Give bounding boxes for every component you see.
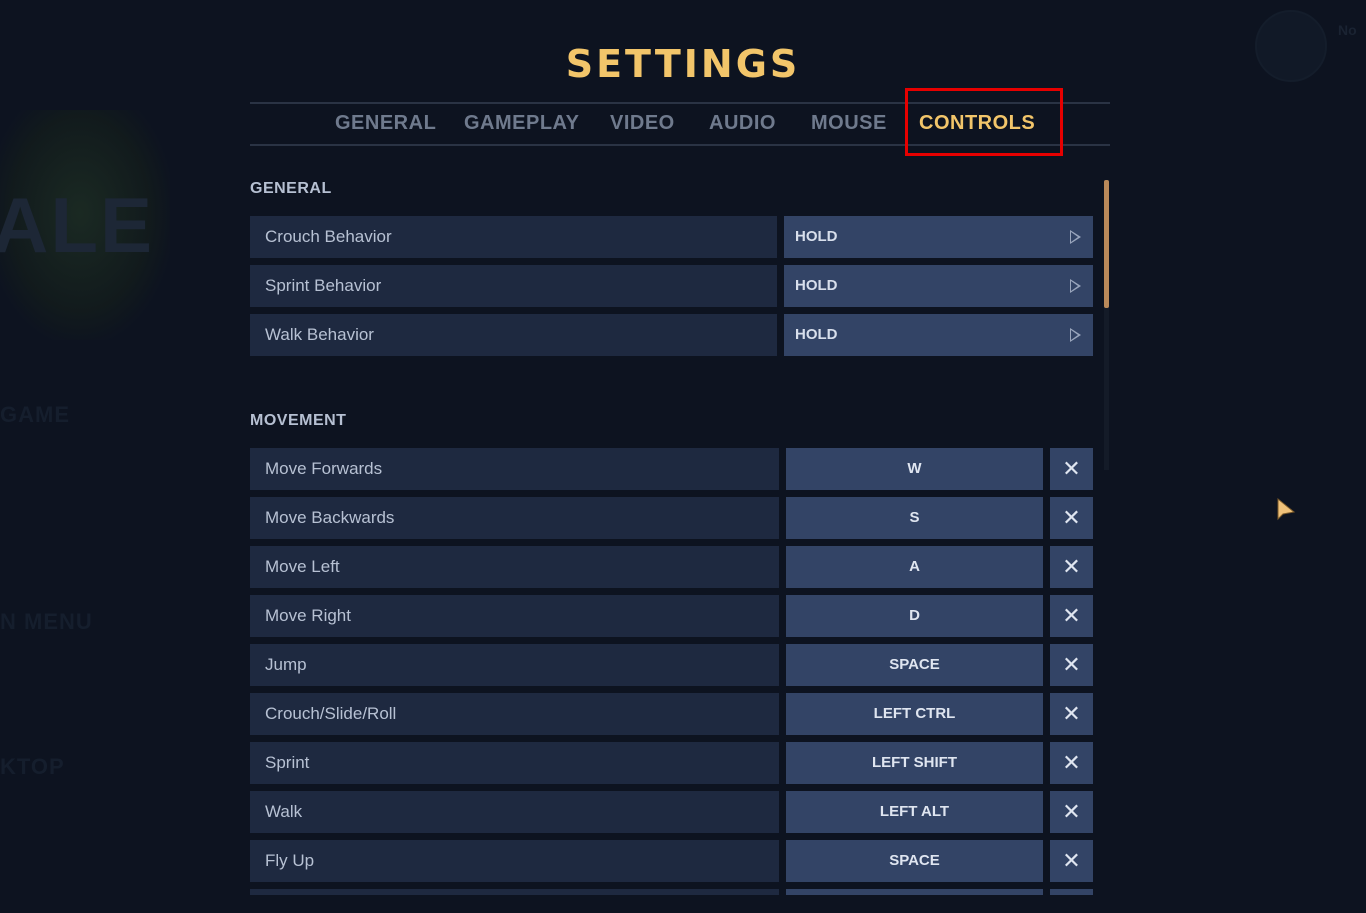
keybind-row-label: Walk (250, 791, 779, 833)
clear-keybind-button[interactable]: ✕ (1050, 791, 1093, 833)
close-icon: ✕ (1062, 456, 1081, 481)
list-item (786, 889, 1043, 895)
sprint-behavior-select[interactable]: HOLD (784, 265, 1093, 307)
keybind-sprint[interactable]: LEFT SHIFT (786, 742, 1043, 784)
keybind-row-label: Jump (250, 644, 779, 686)
close-icon: ✕ (1062, 505, 1081, 530)
keybind-crouch-slide-roll[interactable]: LEFT CTRL (786, 693, 1043, 735)
select-value: HOLD (795, 277, 838, 294)
section-title-general: GENERAL (250, 180, 332, 197)
keybind-move-left[interactable]: A (786, 546, 1043, 588)
crouch-behavior-select[interactable]: HOLD (784, 216, 1093, 258)
keybind-row-label: Crouch/Slide/Roll (250, 693, 779, 735)
clear-keybind-button[interactable]: ✕ (1050, 448, 1093, 490)
mouse-cursor-icon (1277, 497, 1296, 521)
section-title-movement: MOVEMENT (250, 412, 347, 429)
select-value: HOLD (795, 228, 838, 245)
keybind-move-right[interactable]: D (786, 595, 1043, 637)
tab-general[interactable]: GENERAL (335, 112, 436, 135)
close-icon: ✕ (1062, 701, 1081, 726)
close-icon: ✕ (1062, 799, 1081, 824)
clear-keybind-button[interactable]: ✕ (1050, 595, 1093, 637)
close-icon: ✕ (1062, 750, 1081, 775)
background-logo-text: ALE (0, 181, 154, 269)
close-icon: ✕ (1062, 554, 1081, 579)
close-icon: ✕ (1062, 603, 1081, 628)
background-profile-name: No (1338, 22, 1357, 38)
clear-keybind-button[interactable]: ✕ (1050, 693, 1093, 735)
page-title: SETTINGS (565, 42, 801, 86)
play-triangle-icon (1070, 279, 1081, 293)
close-icon: ✕ (1062, 652, 1081, 677)
keybind-fly-up[interactable]: SPACE (786, 840, 1043, 882)
background-menu-item: GAME (0, 402, 70, 427)
clear-keybind-button[interactable]: ✕ (1050, 546, 1093, 588)
tab-gameplay[interactable]: GAMEPLAY (464, 112, 580, 135)
clear-keybind-button[interactable]: ✕ (1050, 742, 1093, 784)
setting-row-label: Walk Behavior (250, 314, 777, 356)
clear-keybind-button[interactable]: ✕ (1050, 840, 1093, 882)
keybind-row-label: Move Forwards (250, 448, 779, 490)
tab-mouse[interactable]: MOUSE (811, 112, 887, 135)
play-triangle-icon (1070, 328, 1081, 342)
setting-row-label: Crouch Behavior (250, 216, 777, 258)
list-item (250, 889, 779, 895)
list-item (1050, 889, 1093, 895)
keybind-row-label: Move Right (250, 595, 779, 637)
close-icon: ✕ (1062, 848, 1081, 873)
tab-audio[interactable]: AUDIO (709, 112, 776, 135)
walk-behavior-select[interactable]: HOLD (784, 314, 1093, 356)
keybind-row-label: Move Left (250, 546, 779, 588)
tab-video[interactable]: VIDEO (610, 112, 675, 135)
controls-tab-highlight (905, 88, 1063, 156)
keybind-row-label: Move Backwards (250, 497, 779, 539)
play-triangle-icon (1070, 230, 1081, 244)
setting-row-label: Sprint Behavior (250, 265, 777, 307)
clear-keybind-button[interactable]: ✕ (1050, 644, 1093, 686)
select-value: HOLD (795, 326, 838, 343)
background-menu-item: KTOP (0, 754, 65, 779)
keybind-move-forwards[interactable]: W (786, 448, 1043, 490)
clear-keybind-button[interactable]: ✕ (1050, 497, 1093, 539)
keybind-row-label: Fly Up (250, 840, 779, 882)
scrollbar-thumb[interactable] (1104, 180, 1109, 308)
keybind-move-backwards[interactable]: S (786, 497, 1043, 539)
background-menu-item: N MENU (0, 609, 93, 634)
keybind-walk[interactable]: LEFT ALT (786, 791, 1043, 833)
keybind-row-label: Sprint (250, 742, 779, 784)
keybind-jump[interactable]: SPACE (786, 644, 1043, 686)
